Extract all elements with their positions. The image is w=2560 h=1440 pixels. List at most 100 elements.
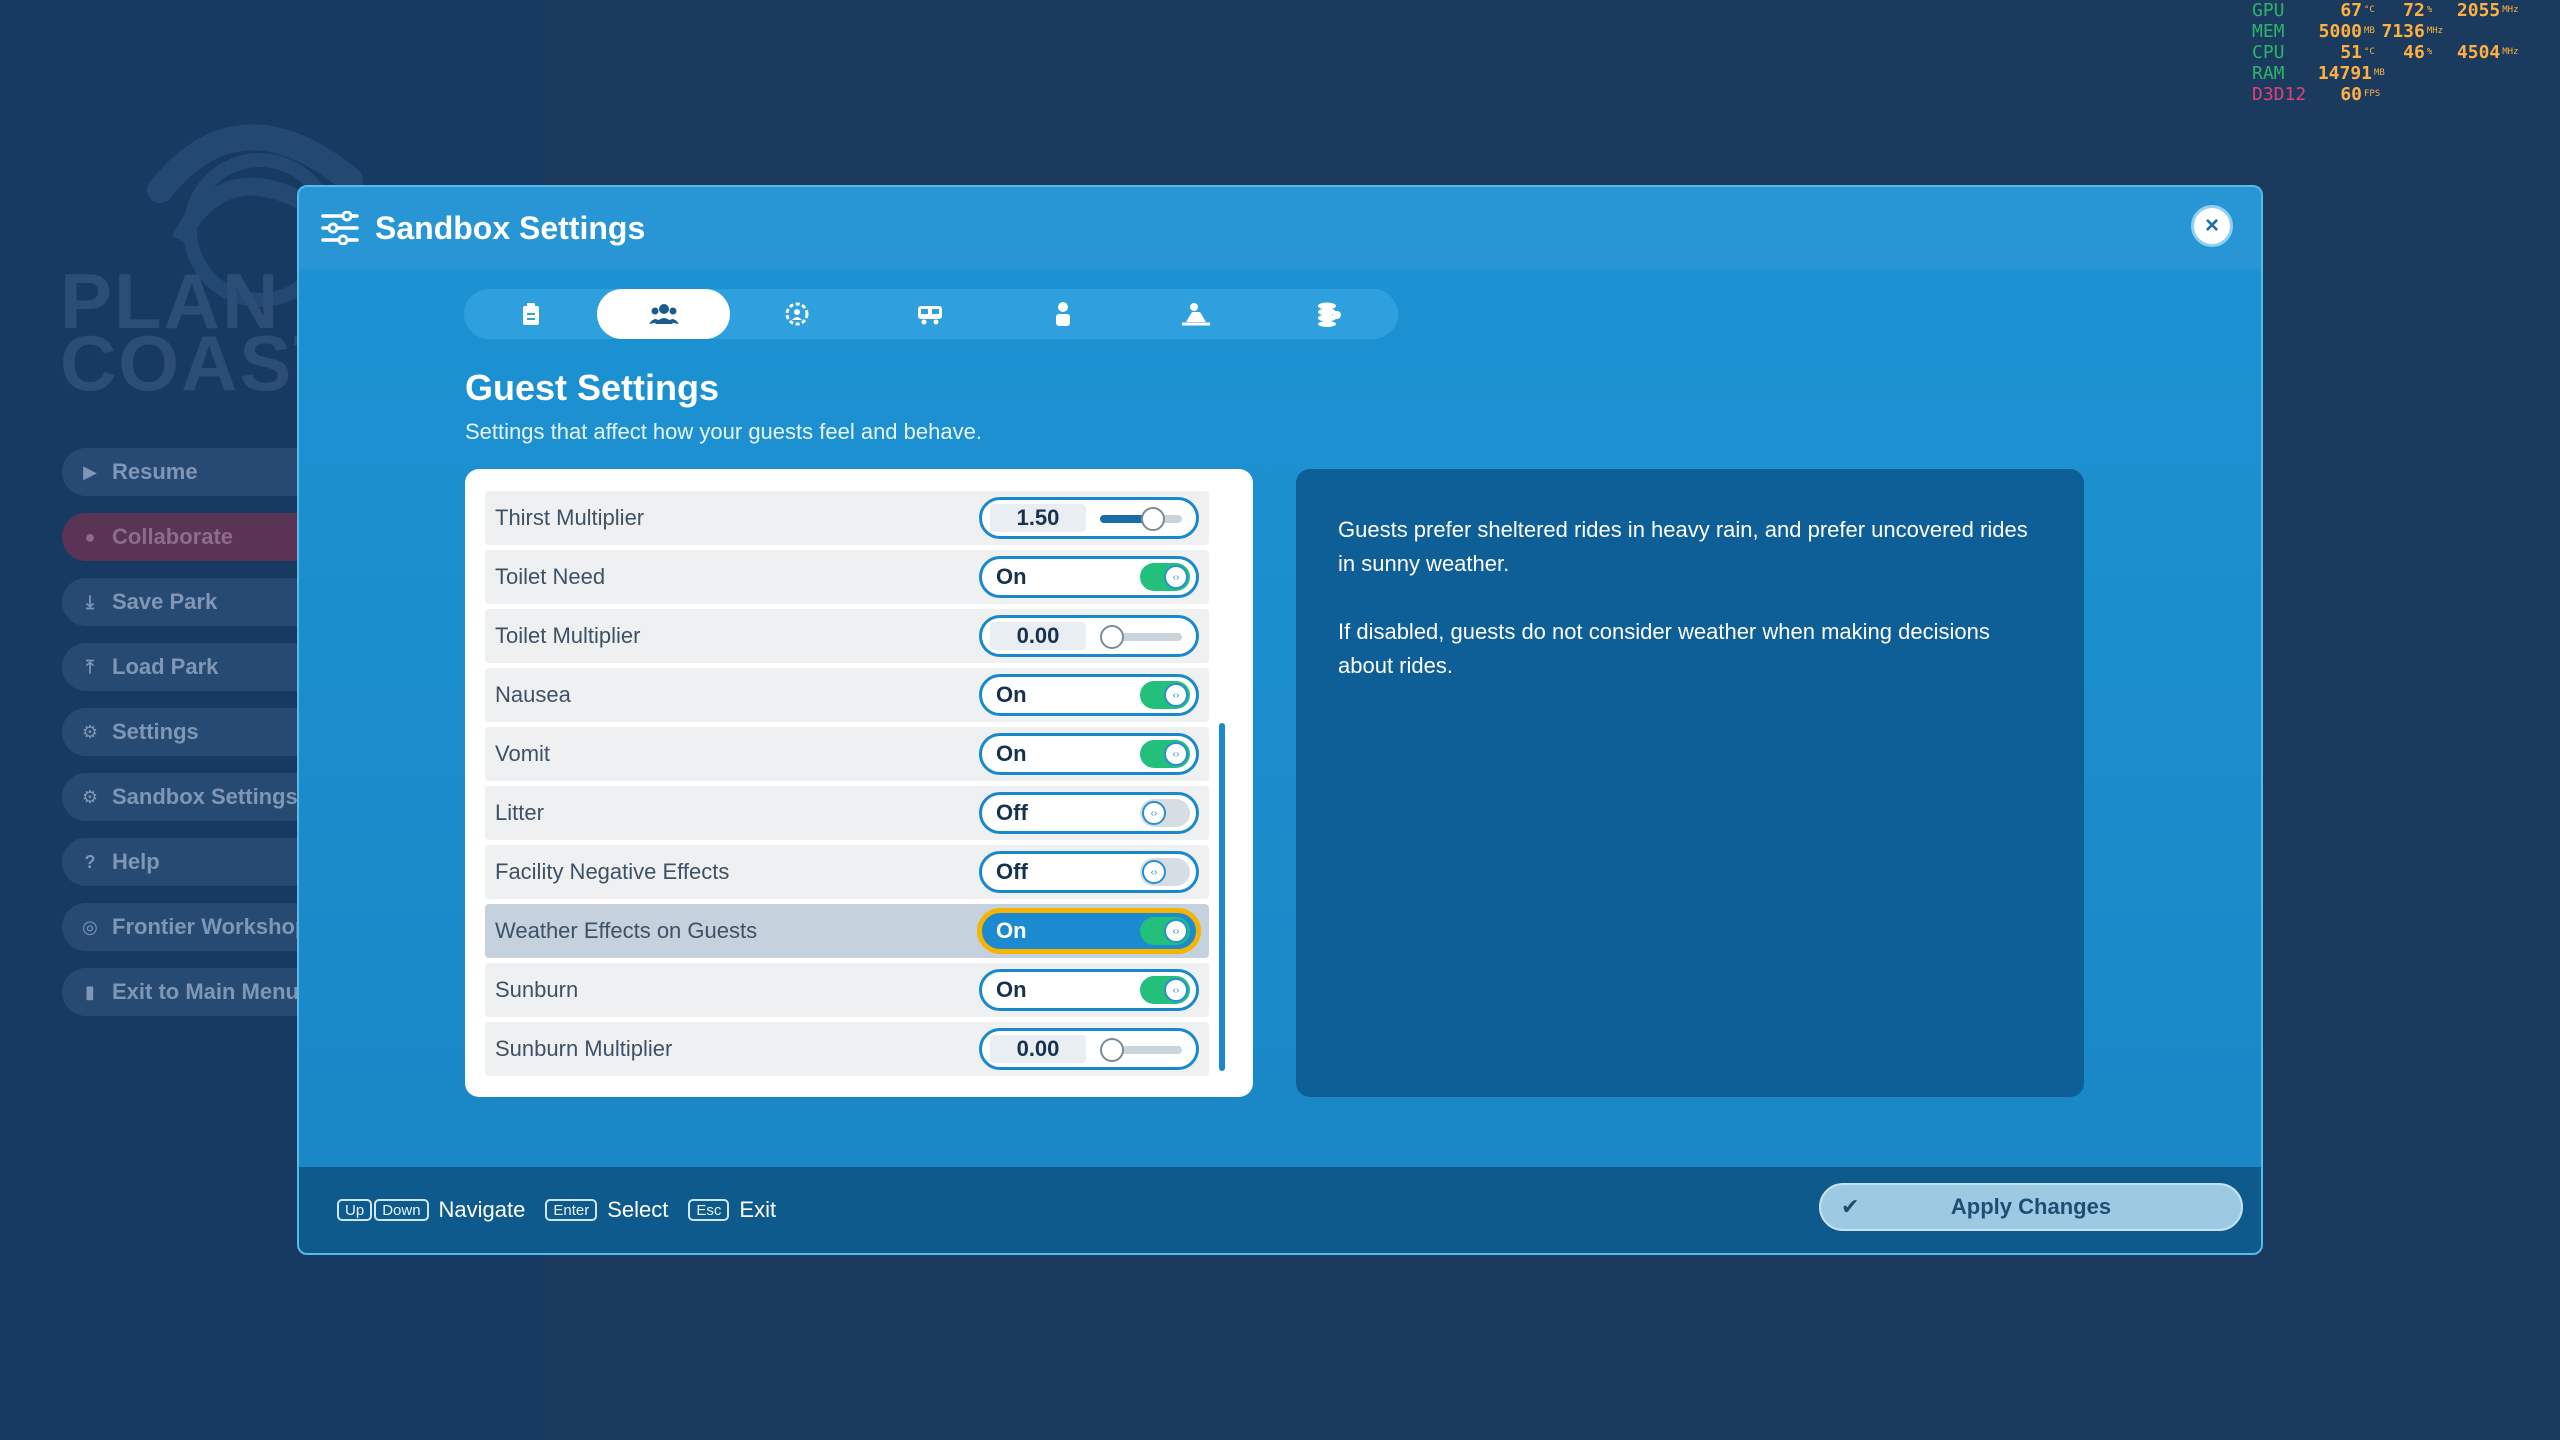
toggle-switch[interactable]: ‹›: [1140, 917, 1190, 945]
perf-row-gpu: GPU 67 °C 72% 2055 MHz: [2252, 0, 2519, 21]
slider-fill: [1100, 515, 1147, 523]
toggle-litter[interactable]: Off ‹›: [979, 792, 1199, 834]
slider-track[interactable]: [1100, 503, 1190, 533]
toggle-switch[interactable]: ‹›: [1140, 858, 1190, 886]
exit-icon: ▮: [85, 981, 95, 1002]
gear-icon: ⚙: [81, 786, 99, 807]
tab-finances[interactable]: [1262, 289, 1395, 339]
tab-person[interactable]: [996, 289, 1129, 339]
key-down: Down: [374, 1199, 429, 1221]
toggle-weather-effects-on-guests[interactable]: On ‹›: [979, 910, 1199, 952]
dialog-title: Sandbox Settings: [375, 209, 646, 246]
setting-row-facility-negative-effects[interactable]: Facility Negative Effects Off ‹›: [485, 845, 1209, 899]
hint-navigate: Up Down Navigate: [337, 1197, 525, 1223]
description-paragraph: If disabled, guests do not consider weat…: [1338, 619, 1990, 678]
slider-thirst-multiplier[interactable]: 1.50: [979, 497, 1199, 539]
apply-changes-button[interactable]: ✔ Apply Changes: [1819, 1183, 2243, 1231]
settings-list: Thirst Multiplier 1.50 Toilet Need On ‹› Toil…: [485, 491, 1209, 1076]
slider-thumb[interactable]: [1141, 507, 1165, 531]
key-up: Up: [337, 1199, 373, 1221]
toggle-switch[interactable]: ‹›: [1140, 799, 1190, 827]
staff-gear-icon: [785, 302, 808, 326]
performance-overlay: GPU 67 °C 72% 2055 MHz MEM 5000 MB 7136 MHz …: [2252, 0, 2560, 108]
setting-row-sunburn[interactable]: Sunburn On ‹›: [485, 963, 1209, 1017]
collaborate-icon: ●: [84, 526, 96, 547]
close-button[interactable]: ×: [2191, 205, 2233, 247]
slider-value[interactable]: 1.50: [990, 504, 1086, 532]
setting-label: Facility Negative Effects: [495, 859, 730, 884]
gear-icon: ⚙: [81, 721, 99, 742]
slider-value[interactable]: 0.00: [990, 622, 1086, 650]
perf-row-cpu: CPU 51 °C 46% 4504 MHz: [2252, 42, 2519, 63]
toggle-facility-negative-effects[interactable]: Off ‹›: [979, 851, 1199, 893]
slider-toilet-multiplier[interactable]: 0.00: [979, 615, 1199, 657]
setting-row-thirst-multiplier[interactable]: Thirst Multiplier 1.50: [485, 491, 1209, 545]
toggle-value: On: [996, 741, 1027, 766]
load-icon: ⤒: [86, 656, 94, 677]
setting-row-weather-effects-on-guests[interactable]: Weather Effects on Guests On ‹›: [485, 904, 1209, 958]
tab-guests[interactable]: [597, 289, 730, 339]
workshop-icon: ◎: [82, 916, 98, 937]
setting-row-toilet-need[interactable]: Toilet Need On ‹›: [485, 550, 1209, 604]
save-icon: ⤓: [86, 591, 94, 612]
setting-label: Nausea: [495, 682, 571, 707]
toggle-vomit[interactable]: On ‹›: [979, 733, 1199, 775]
scrollbar[interactable]: [1219, 491, 1225, 1071]
setting-row-sunburn-multiplier[interactable]: Sunburn Multiplier 0.00: [485, 1022, 1209, 1076]
toggle-value: Off: [996, 859, 1028, 884]
toggle-knob: ‹›: [1164, 742, 1188, 766]
ride-vehicle-icon: [917, 306, 942, 325]
toggle-value: Off: [996, 800, 1028, 825]
slider-track[interactable]: [1100, 621, 1190, 651]
tab-rides[interactable]: [863, 289, 996, 339]
toggle-nausea[interactable]: On ‹›: [979, 674, 1199, 716]
toggle-switch[interactable]: ‹›: [1140, 563, 1190, 591]
setting-row-litter[interactable]: Litter Off ‹›: [485, 786, 1209, 840]
setting-row-nausea[interactable]: Nausea On ‹›: [485, 668, 1209, 722]
toggle-value: On: [996, 918, 1027, 943]
setting-label: Sunburn: [495, 977, 579, 1002]
guests-icon: [648, 304, 679, 324]
settings-tabs: [464, 289, 1398, 339]
setting-description-panel: Guests prefer sheltered rides in heavy r…: [1296, 469, 2084, 1097]
hint-select: Enter Select: [545, 1197, 668, 1223]
setting-label: Vomit: [495, 741, 551, 766]
coaster-icon: [1181, 303, 1210, 326]
setting-row-toilet-multiplier[interactable]: Toilet Multiplier 0.00: [485, 609, 1209, 663]
toggle-switch[interactable]: ‹›: [1140, 976, 1190, 1004]
hint-exit: Esc Exit: [688, 1197, 776, 1223]
perf-row-fps: D3D12 60 FPS: [2252, 84, 2381, 105]
checkmark-icon: ✔: [1841, 1194, 1860, 1219]
tab-coasters[interactable]: [1129, 289, 1262, 339]
sliders-icon: [321, 211, 359, 245]
perf-row-mem: MEM 5000 MB 7136 MHz: [2252, 21, 2444, 42]
section-title: Guest Settings: [465, 367, 720, 408]
setting-label: Toilet Multiplier: [495, 623, 641, 648]
toggle-sunburn[interactable]: On ‹›: [979, 969, 1199, 1011]
slider-sunburn-multiplier[interactable]: 0.00: [979, 1028, 1199, 1070]
settings-list-card: Thirst Multiplier 1.50 Toilet Need On ‹› Toil…: [465, 469, 1253, 1097]
slider-track[interactable]: [1100, 1034, 1190, 1064]
sandbox-settings-dialog: Sandbox Settings × Guest Settings Settin…: [297, 185, 2263, 1255]
tab-park[interactable]: [464, 289, 597, 339]
toggle-knob: ‹›: [1164, 683, 1188, 707]
help-icon: ?: [84, 851, 96, 872]
toggle-switch[interactable]: ‹›: [1140, 740, 1190, 768]
description-paragraph: Guests prefer sheltered rides in heavy r…: [1338, 517, 2028, 576]
slider-thumb[interactable]: [1100, 625, 1124, 649]
scrollbar-thumb[interactable]: [1219, 723, 1225, 1071]
setting-row-vomit[interactable]: Vomit On ‹›: [485, 727, 1209, 781]
toggle-value: On: [996, 564, 1027, 589]
tab-staff[interactable]: [730, 289, 863, 339]
setting-label: Litter: [495, 800, 544, 825]
toggle-switch[interactable]: ‹›: [1140, 681, 1190, 709]
key-enter: Enter: [545, 1199, 598, 1221]
person-icon: [1055, 302, 1070, 326]
slider-value[interactable]: 0.00: [990, 1035, 1086, 1063]
toggle-toilet-need[interactable]: On ‹›: [979, 556, 1199, 598]
slider-thumb[interactable]: [1100, 1038, 1124, 1062]
toggle-value: On: [996, 977, 1027, 1002]
dialog-body: Guest Settings Settings that affect how …: [299, 269, 2261, 1169]
toggle-knob: ‹›: [1164, 978, 1188, 1002]
play-icon: ▶: [83, 461, 97, 482]
